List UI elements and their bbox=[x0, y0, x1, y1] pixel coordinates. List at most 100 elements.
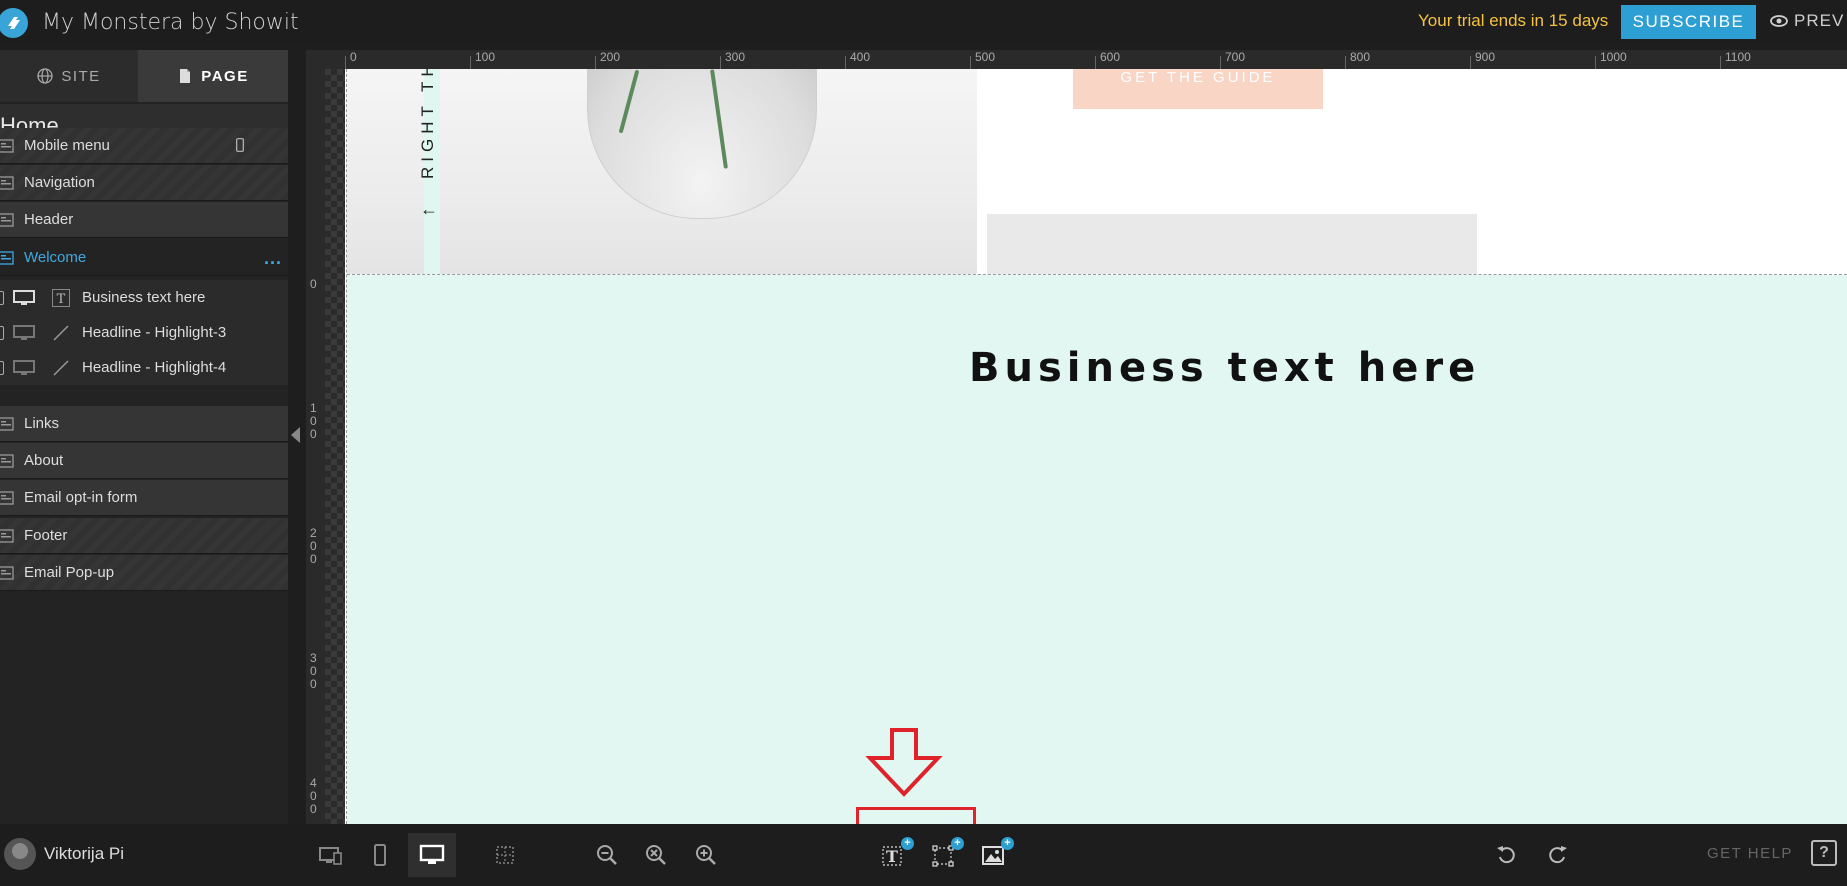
ruler-label: 1100 bbox=[1725, 50, 1751, 64]
plus-icon: + bbox=[951, 837, 964, 850]
ruler-label: 800 bbox=[1350, 50, 1371, 64]
preview-label: PREV bbox=[1794, 11, 1845, 30]
ruler-label: 300 bbox=[310, 651, 317, 691]
sidebar-item-email-pop-up[interactable]: Email Pop-up bbox=[0, 555, 288, 591]
section-icon bbox=[0, 250, 14, 265]
ruler-label: 400 bbox=[850, 50, 871, 64]
desktop-visibility-icon[interactable] bbox=[12, 289, 36, 307]
zoom-in-icon[interactable] bbox=[692, 841, 720, 869]
sidebar-item-label: Email Pop-up bbox=[24, 564, 115, 581]
help-icon[interactable]: ? bbox=[1811, 840, 1837, 866]
sidebar-item-welcome[interactable]: Welcome ... bbox=[0, 240, 288, 276]
section-icon bbox=[0, 528, 14, 543]
section-icon bbox=[0, 565, 14, 580]
preview-button[interactable]: PREV bbox=[1770, 11, 1844, 31]
zoom-out-icon[interactable] bbox=[593, 841, 621, 869]
layer-row[interactable]: Headline - Highlight-4 bbox=[0, 350, 288, 385]
redo-icon[interactable] bbox=[1543, 841, 1571, 869]
ruler-label: 100 bbox=[475, 50, 496, 64]
grey-shape[interactable] bbox=[987, 214, 1477, 274]
section-icon bbox=[0, 416, 14, 431]
ruler-label: 0 bbox=[310, 277, 317, 291]
get-help-link[interactable]: GET HELP bbox=[1707, 845, 1793, 862]
get-the-guide-button[interactable]: GET THE GUIDE bbox=[1073, 69, 1323, 109]
svg-text:T: T bbox=[886, 847, 898, 866]
ruler-corner bbox=[306, 50, 345, 69]
subscribe-button[interactable]: SUBSCRIBE bbox=[1621, 5, 1756, 39]
vertical-caption[interactable]: RIGHT TH bbox=[418, 69, 438, 179]
globe-icon bbox=[37, 68, 53, 84]
section-icon bbox=[0, 490, 14, 505]
sidebar-tabs: SITE PAGE bbox=[0, 50, 288, 102]
sidebar-item-label: Links bbox=[24, 415, 60, 432]
sidebar-item-label: Mobile menu bbox=[24, 137, 110, 154]
ruler-label: 100 bbox=[310, 401, 317, 441]
sidebar-item-links[interactable]: Links bbox=[0, 406, 288, 442]
sidebar-item-label: Header bbox=[24, 211, 74, 228]
welcome-section[interactable]: Business text here bbox=[347, 275, 1847, 824]
glass-vase-image bbox=[587, 69, 817, 219]
hero-photo[interactable]: RIGHT TH ← bbox=[347, 69, 977, 274]
ruler-label: 200 bbox=[600, 50, 621, 64]
user-name[interactable]: Viktorija Pi bbox=[44, 844, 124, 864]
section-icon bbox=[0, 175, 14, 190]
mobile-visibility-icon[interactable] bbox=[0, 325, 4, 340]
layer-row[interactable]: T Business text here bbox=[0, 280, 288, 315]
mobile-visibility-icon[interactable] bbox=[0, 360, 4, 375]
design-canvas[interactable]: RIGHT TH ← GET THE GUIDE Business text h… bbox=[345, 69, 1847, 824]
section-icon bbox=[0, 212, 14, 227]
sidebar-item-label: Navigation bbox=[24, 174, 95, 191]
avatar[interactable] bbox=[4, 838, 36, 870]
desktop-mobile-view-icon[interactable] bbox=[316, 841, 344, 869]
ruler-label: 500 bbox=[975, 50, 996, 64]
add-text-icon[interactable]: T + bbox=[880, 837, 914, 869]
canvas-gutter bbox=[325, 69, 345, 824]
ruler-label: 200 bbox=[310, 526, 317, 566]
svg-text:T: T bbox=[57, 292, 66, 307]
tab-site[interactable]: SITE bbox=[0, 50, 138, 102]
sidebar-item-mobile-menu[interactable]: Mobile menu bbox=[0, 128, 288, 164]
add-image-icon[interactable]: + bbox=[980, 837, 1014, 869]
undo-icon[interactable] bbox=[1493, 841, 1521, 869]
sidebar-item-email-opt-in-form[interactable]: Email opt-in form bbox=[0, 480, 288, 516]
sidebar-item-about[interactable]: About bbox=[0, 443, 288, 479]
collapse-sidebar-icon[interactable] bbox=[291, 427, 300, 443]
grid-select-icon[interactable] bbox=[491, 841, 519, 869]
phone-icon bbox=[236, 138, 244, 152]
tab-site-label: SITE bbox=[61, 67, 101, 85]
sidebar: SITE PAGE Home Mobile menu Navigation He… bbox=[0, 50, 288, 824]
text-icon: T bbox=[52, 288, 70, 307]
horizontal-ruler: 0 100 200 300 400 500 600 700 800 900 10… bbox=[345, 50, 1847, 69]
desktop-visibility-icon[interactable] bbox=[12, 359, 36, 377]
sidebar-item-label: Welcome bbox=[24, 249, 87, 266]
mobile-visibility-icon[interactable] bbox=[0, 290, 4, 305]
sidebar-item-label: Footer bbox=[24, 527, 68, 544]
add-shape-icon[interactable]: + bbox=[930, 837, 964, 869]
ruler-label: 300 bbox=[725, 50, 746, 64]
annotation-arrow-icon bbox=[865, 728, 943, 797]
sidebar-item-footer[interactable]: Footer bbox=[0, 518, 288, 554]
business-text-element[interactable]: Business text here bbox=[969, 345, 1480, 391]
vertical-ruler: 0 100 200 300 400 bbox=[306, 69, 325, 824]
tab-page[interactable]: PAGE bbox=[138, 50, 288, 102]
more-options-icon[interactable]: ... bbox=[264, 248, 282, 269]
zoom-reset-icon[interactable] bbox=[642, 841, 670, 869]
tab-page-label: PAGE bbox=[201, 67, 249, 85]
sidebar-item-navigation[interactable]: Navigation bbox=[0, 165, 288, 201]
eye-icon bbox=[1770, 15, 1788, 27]
layer-row[interactable]: Headline - Highlight-3 bbox=[0, 315, 288, 350]
ruler-label: 1000 bbox=[1600, 50, 1627, 64]
section-icon bbox=[0, 453, 14, 468]
bottom-toolbar: Viktorija Pi T + + + GET HELP ? bbox=[0, 824, 1847, 886]
layer-label: Business text here bbox=[82, 289, 206, 306]
sidebar-item-label: About bbox=[24, 452, 64, 469]
desktop-visibility-icon[interactable] bbox=[12, 324, 36, 342]
sidebar-item-header[interactable]: Header bbox=[0, 202, 288, 238]
sidebar-item-label: Email opt-in form bbox=[24, 489, 138, 506]
mobile-view-icon[interactable] bbox=[366, 841, 394, 869]
plus-icon: + bbox=[901, 837, 914, 850]
showit-logo-icon[interactable] bbox=[0, 8, 28, 38]
desktop-view-icon[interactable] bbox=[408, 833, 456, 877]
document-icon bbox=[180, 69, 191, 83]
top-bar: My Monstera by Showit Your trial ends in… bbox=[0, 0, 1847, 42]
